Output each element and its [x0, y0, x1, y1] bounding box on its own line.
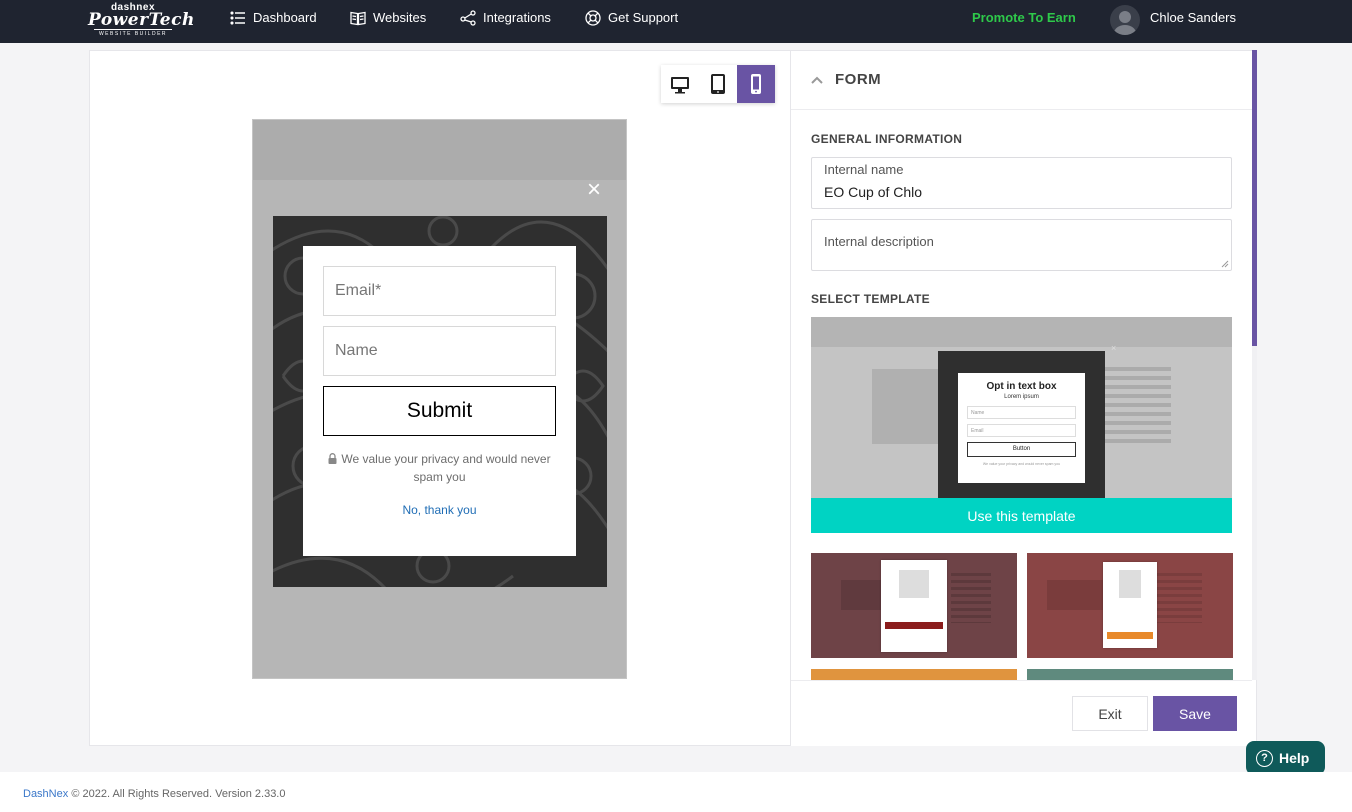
top-navbar: dashnex PowerTech WEBSITE BUILDER Dashbo…: [0, 0, 1352, 43]
template-close-icon: ×: [1111, 343, 1117, 353]
internal-description-field[interactable]: Internal description: [811, 219, 1232, 271]
use-this-template-button[interactable]: Use this template: [811, 498, 1232, 533]
page-footer: DashNex © 2022. All Rights Reserved. Ver…: [0, 772, 1352, 812]
email-field[interactable]: Email*: [323, 266, 556, 316]
optin-form-card: Email* Name Submit We value your privacy…: [303, 246, 576, 556]
help-label: Help: [1279, 750, 1310, 766]
template-card-button: Button: [967, 442, 1076, 457]
internal-name-value[interactable]: EO Cup of Chlo: [824, 184, 922, 200]
tablet-view-button[interactable]: [699, 65, 737, 103]
share-icon: [460, 9, 476, 26]
select-template-heading: SELECT TEMPLATE: [811, 292, 930, 306]
user-name[interactable]: Chloe Sanders: [1150, 10, 1236, 25]
internal-description-label: Internal description: [824, 234, 934, 249]
chevron-up-icon: [811, 76, 823, 84]
general-information-heading: GENERAL INFORMATION: [811, 132, 963, 146]
thumb-button: [885, 622, 943, 629]
lock-icon: [328, 453, 337, 464]
template-card-title: Opt in text box: [986, 381, 1057, 392]
footer-copyright: DashNex © 2022. All Rights Reserved. Ver…: [23, 788, 286, 800]
footer-brand-link[interactable]: DashNex: [23, 788, 68, 800]
thumb-book-image: [1119, 570, 1141, 598]
nav-dashboard-label: Dashboard: [253, 10, 317, 25]
privacy-note: We value your privacy and would never sp…: [323, 450, 556, 486]
footer-text: © 2022. All Rights Reserved. Version 2.3…: [71, 788, 286, 800]
help-button[interactable]: ? Help: [1246, 741, 1325, 775]
resize-grip-icon: [1221, 260, 1229, 268]
form-section-title: FORM: [835, 71, 882, 88]
logo-sub-text: WEBSITE BUILDER: [94, 29, 172, 38]
template-card-name: Name: [967, 406, 1076, 419]
name-field[interactable]: Name: [323, 326, 556, 376]
close-icon[interactable]: ×: [587, 176, 601, 204]
template-lines: [1101, 367, 1171, 447]
thumb-side-block: [1047, 580, 1107, 610]
template-top-band: [811, 317, 1232, 347]
mobile-view-button[interactable]: [737, 65, 775, 103]
scrollbar-thumb[interactable]: [1252, 50, 1257, 346]
thumb-button: [1107, 632, 1153, 639]
question-icon: ?: [1256, 749, 1273, 767]
exit-button[interactable]: Exit: [1072, 696, 1148, 731]
nav-get-support-label: Get Support: [608, 10, 679, 25]
logo-main-text: PowerTech: [88, 10, 195, 30]
lifebuoy-icon: [585, 9, 601, 26]
template-card-privacy: We value your privacy and would never sp…: [982, 462, 1061, 466]
template-thumbnail[interactable]: [1027, 669, 1233, 680]
template-card: Opt in text box Lorem ipsum Name Email B…: [958, 373, 1085, 483]
nav-integrations-label: Integrations: [483, 10, 551, 25]
template-thumbnail[interactable]: [811, 669, 1017, 680]
tablet-icon: [711, 74, 725, 94]
nav-get-support[interactable]: Get Support: [585, 0, 678, 35]
nav-dashboard[interactable]: Dashboard: [230, 0, 317, 35]
thumb-card: [1103, 562, 1157, 648]
device-toggle: [661, 65, 775, 103]
no-thanks-link[interactable]: No, thank you: [303, 503, 576, 517]
avatar[interactable]: [1110, 5, 1140, 35]
template-card-email: Email: [967, 424, 1076, 437]
mobile-preview-frame: × Email* Name Submit We value your priva…: [252, 119, 627, 679]
list-icon: [230, 10, 245, 25]
nav-websites-label: Websites: [373, 10, 427, 25]
template-card-subtitle: Lorem ipsum: [1004, 394, 1039, 400]
save-button[interactable]: Save: [1153, 696, 1237, 731]
thumb-lines: [951, 573, 991, 623]
nav-integrations[interactable]: Integrations: [460, 0, 551, 35]
internal-name-label: Internal name: [824, 162, 904, 177]
desktop-view-button[interactable]: [661, 65, 699, 103]
desktop-icon: [671, 77, 689, 94]
thumb-lines: [1157, 573, 1202, 623]
form-section-toggle[interactable]: FORM: [791, 50, 1252, 110]
internal-name-field[interactable]: Internal name EO Cup of Chlo: [811, 157, 1232, 209]
submit-button[interactable]: Submit: [323, 386, 556, 436]
privacy-text: We value your privacy and would never sp…: [341, 452, 551, 484]
thumb-card: [881, 560, 947, 652]
template-thumbnail[interactable]: [811, 553, 1017, 658]
promote-to-earn-link[interactable]: Promote To Earn: [972, 10, 1076, 25]
preview-top-band: [253, 120, 626, 180]
mobile-icon: [751, 74, 761, 94]
powertech-logo[interactable]: dashnex PowerTech WEBSITE BUILDER: [88, 3, 195, 38]
thumb-book-image: [899, 570, 929, 598]
template-thumbnail[interactable]: [1027, 553, 1233, 658]
nav-websites[interactable]: Websites: [350, 0, 426, 35]
book-icon: [350, 11, 366, 25]
